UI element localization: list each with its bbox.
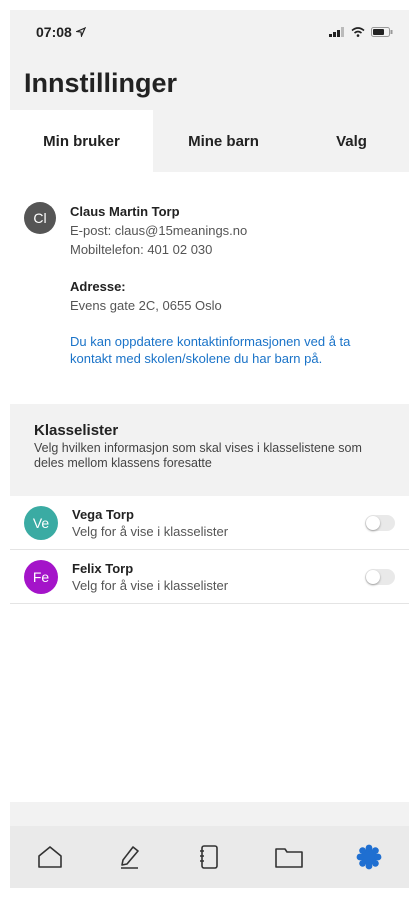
class-lists-heading: Klasselister xyxy=(34,422,119,439)
child-name: Vega Torp xyxy=(72,506,134,522)
folder-icon xyxy=(275,848,304,868)
child-subtitle: Velg for å vise i klasselister xyxy=(72,577,229,593)
notebook-icon xyxy=(200,845,219,869)
user-address: Evens gate 2C, 0655 Oslo xyxy=(70,298,222,313)
child-subtitle: Velg for å vise i klasselister xyxy=(72,523,229,539)
nav-messages[interactable] xyxy=(110,837,150,877)
nav-settings[interactable] xyxy=(349,837,389,877)
child-avatar: Fe xyxy=(24,559,58,594)
tab-mine-barn[interactable]: Mine barn xyxy=(153,110,294,172)
child-list: Ve Vega Torp Velg for å vise i klasselis… xyxy=(10,496,409,802)
tab-valg[interactable]: Valg xyxy=(294,110,409,172)
contact-update-note: Du kan oppdatere kontaktinformasjonen ve… xyxy=(70,334,351,366)
child-text: Vega Torp Velg for å vise i klasselister xyxy=(72,506,351,540)
child-avatar: Ve xyxy=(24,505,58,540)
signal-icon xyxy=(329,27,344,37)
user-email: E-post: claus@15meanings.no xyxy=(70,223,248,238)
pencil-icon xyxy=(120,846,139,869)
status-time-row: 07:08 xyxy=(36,24,86,40)
location-arrow-icon xyxy=(74,24,86,40)
show-in-class-list-toggle[interactable] xyxy=(365,514,395,531)
show-in-class-list-toggle[interactable] xyxy=(365,568,395,585)
user-avatar: Cl xyxy=(24,202,56,234)
wifi-icon xyxy=(351,27,365,37)
class-lists-description: Velg hvilken informasjon som skal vises … xyxy=(34,441,362,470)
bottom-nav xyxy=(10,826,409,888)
settings-gear-icon xyxy=(356,844,382,870)
status-bar: 07:08 xyxy=(10,10,409,54)
home-icon xyxy=(38,846,62,868)
user-name: Claus Martin Torp xyxy=(70,204,180,219)
battery-icon xyxy=(371,27,393,37)
class-lists-section-header: Klasselister Velg hvilken informasjon so… xyxy=(10,404,409,496)
status-icons xyxy=(329,27,393,37)
tab-bar: Min bruker Mine barn Valg xyxy=(10,110,409,172)
user-info-card: Cl Claus Martin Torp E-post: claus@15mea… xyxy=(10,172,409,404)
tab-min-bruker[interactable]: Min bruker xyxy=(10,110,153,172)
app-screen: 07:08 Innstillinger Min bruker Mine barn… xyxy=(10,10,409,888)
nav-files[interactable] xyxy=(269,837,309,877)
status-time: 07:08 xyxy=(36,24,72,40)
child-row-vega: Ve Vega Torp Velg for å vise i klasselis… xyxy=(10,496,409,550)
child-text: Felix Torp Velg for å vise i klasseliste… xyxy=(72,560,351,594)
child-row-felix: Fe Felix Torp Velg for å vise i klasseli… xyxy=(10,550,409,604)
child-name: Felix Torp xyxy=(72,560,134,576)
nav-home[interactable] xyxy=(30,837,70,877)
user-phone: Mobiltelefon: 401 02 030 xyxy=(70,242,213,257)
page-title: Innstillinger xyxy=(24,68,178,98)
address-label: Adresse: xyxy=(70,279,126,294)
empty-space xyxy=(10,604,409,802)
user-details: Claus Martin Torp E-post: claus@15meanin… xyxy=(70,202,395,382)
nav-notebook[interactable] xyxy=(189,837,229,877)
